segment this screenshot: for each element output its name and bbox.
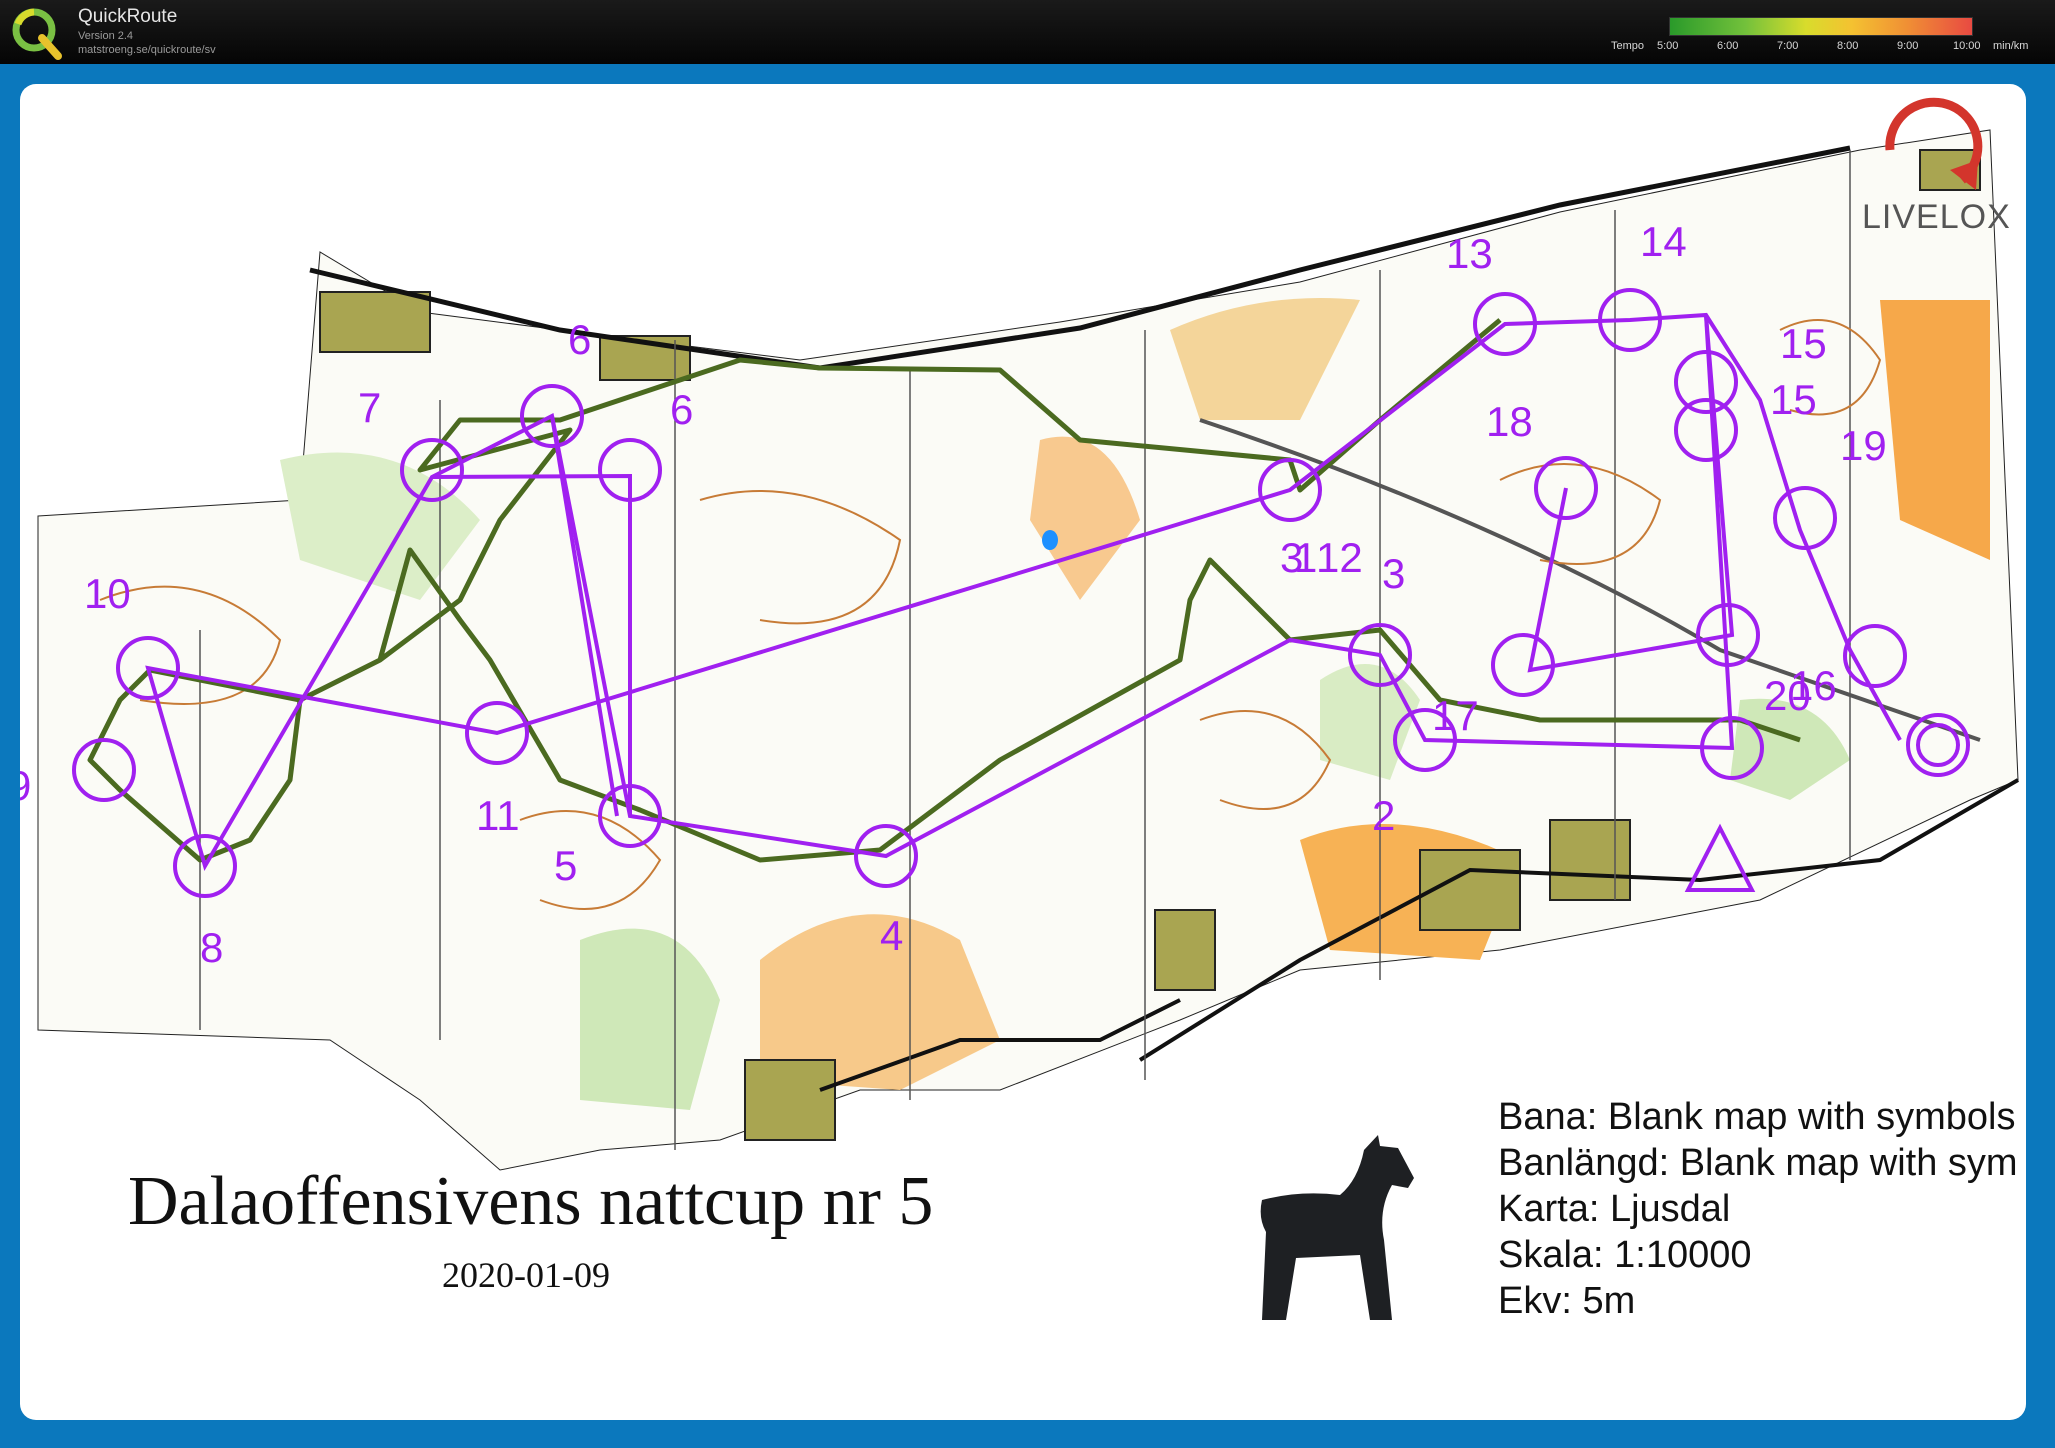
control-number: 16 bbox=[1790, 662, 1837, 709]
control-number: 10 bbox=[84, 570, 131, 617]
title-bar: QuickRoute Version 2.4 matstroeng.se/qui… bbox=[0, 0, 2055, 64]
map-title: Dalaoffensivens nattcup nr 5 bbox=[128, 1163, 934, 1240]
info-contour-interval: Ekv: 5m bbox=[1498, 1280, 1636, 1322]
app-version: Version 2.4 bbox=[78, 30, 134, 42]
pace-unit: min/km bbox=[1993, 40, 2029, 52]
settlement bbox=[1549, 819, 1631, 901]
control-number: 7 bbox=[358, 384, 381, 431]
control-number: 8 bbox=[200, 924, 223, 971]
map-date: 2020-01-09 bbox=[442, 1255, 610, 1295]
control-number: 18 bbox=[1486, 398, 1533, 445]
control-number: 5 bbox=[554, 842, 577, 889]
pace-tick: 7:00 bbox=[1777, 40, 1799, 52]
control-number: 17 bbox=[1432, 692, 1479, 739]
pace-tick: 8:00 bbox=[1837, 40, 1859, 52]
control-number: 13 bbox=[1446, 230, 1493, 277]
app-url[interactable]: matstroeng.se/quickroute/sv bbox=[78, 44, 216, 56]
quickroute-logo-icon bbox=[12, 8, 62, 60]
info-course: Bana: Blank map with symbols bbox=[1498, 1096, 2016, 1138]
control-number: 14 bbox=[1640, 218, 1687, 265]
settlement bbox=[1154, 909, 1216, 991]
info-map-name: Karta: Ljusdal bbox=[1498, 1188, 1731, 1230]
info-scale: Skala: 1:10000 bbox=[1498, 1234, 1752, 1276]
control-number: 6 bbox=[568, 316, 591, 363]
lake bbox=[1042, 530, 1058, 550]
control-number: 15 bbox=[1780, 320, 1827, 367]
pace-tick: 10:00 bbox=[1953, 40, 1981, 52]
control-number: 11 bbox=[476, 792, 520, 839]
map-paper[interactable]: 3 1 12 3 2 17 4 5 6 6 7 8 9 10 11 13 14 … bbox=[20, 84, 2026, 1420]
control-number: 4 bbox=[880, 912, 903, 959]
control-number: 12 bbox=[1316, 534, 1363, 581]
pace-color-scale bbox=[1669, 17, 1973, 36]
pace-tick: 9:00 bbox=[1897, 40, 1919, 52]
control-number: 2 bbox=[1372, 792, 1395, 839]
control-number: 9 bbox=[20, 762, 31, 809]
settlement bbox=[319, 291, 431, 353]
pace-tick: 6:00 bbox=[1717, 40, 1739, 52]
pace-tick: 5:00 bbox=[1657, 40, 1679, 52]
control-number: 1 bbox=[1294, 534, 1317, 581]
livelox-brand: LIVELOX bbox=[1862, 198, 2011, 236]
app-name: QuickRoute bbox=[78, 6, 178, 27]
dala-horse-icon bbox=[1260, 1135, 1414, 1320]
control-number: 3 bbox=[1382, 550, 1405, 597]
control-number: 15 bbox=[1770, 376, 1817, 423]
pace-legend-label: Tempo bbox=[1611, 40, 1645, 52]
control-number: 19 bbox=[1840, 422, 1887, 469]
settlement bbox=[744, 1059, 836, 1141]
control-number: 6 bbox=[670, 386, 693, 433]
info-length: Banlängd: Blank map with sym bbox=[1498, 1142, 2018, 1184]
